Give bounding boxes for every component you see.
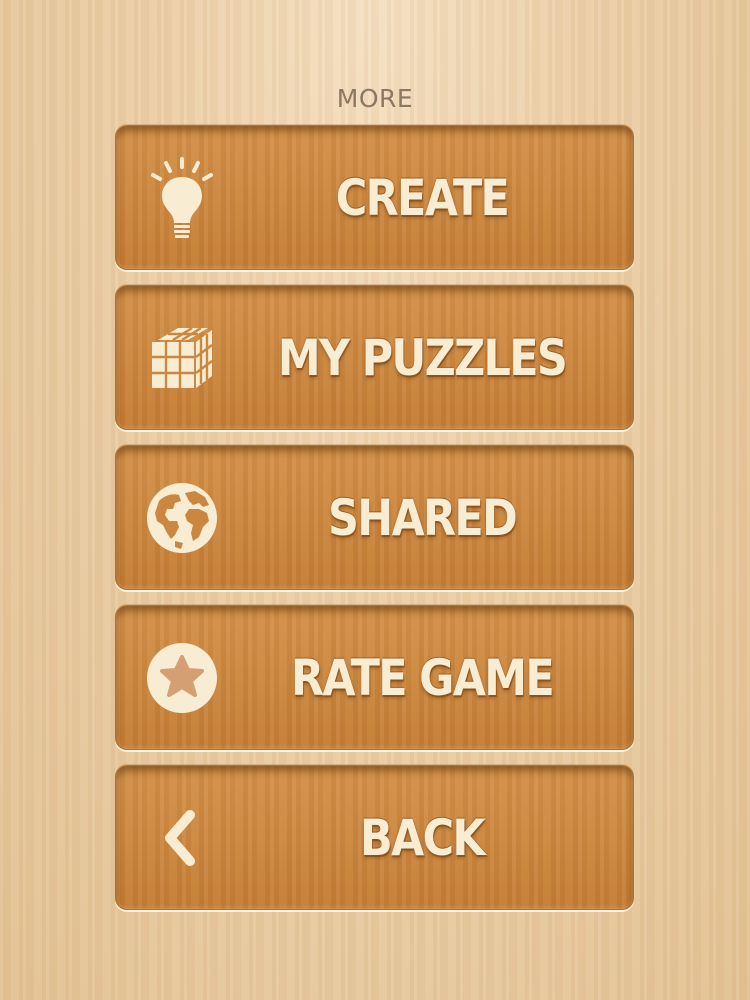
rate-game-button[interactable]: RATE GAME — [115, 605, 634, 750]
chevron-left-icon — [142, 798, 222, 878]
globe-icon — [142, 478, 222, 558]
my-puzzles-button[interactable]: MY PUZZLES — [115, 285, 634, 430]
shared-label: SHARED — [327, 488, 518, 547]
puzzle-cube-icon — [142, 318, 222, 398]
back-label: BACK — [359, 808, 486, 867]
back-button[interactable]: BACK — [115, 765, 634, 910]
my-puzzles-label: MY PUZZLES — [277, 328, 568, 387]
rate-game-label: RATE GAME — [290, 648, 555, 707]
screen-title: MORE — [336, 84, 414, 113]
lightbulb-icon — [142, 156, 222, 238]
create-button[interactable]: CREATE — [115, 125, 634, 270]
create-label: CREATE — [335, 168, 510, 227]
star-icon — [142, 638, 222, 718]
shared-button[interactable]: SHARED — [115, 445, 634, 590]
